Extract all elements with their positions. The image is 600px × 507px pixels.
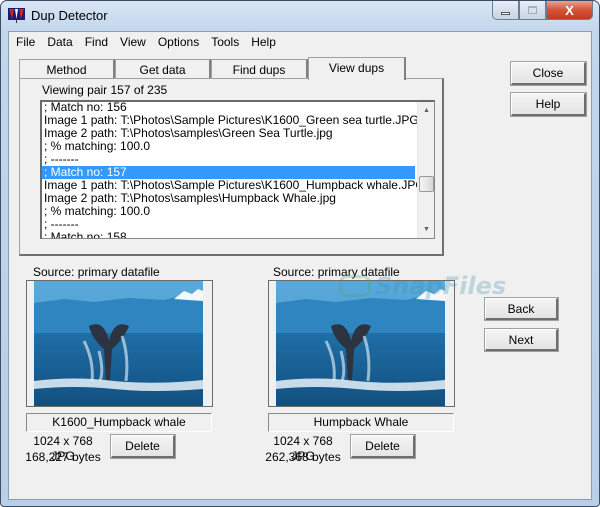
close-window-button[interactable]: X [546,1,593,20]
close-icon: X [565,2,574,18]
menu-file[interactable]: File [10,32,41,52]
maximize-button[interactable] [519,1,546,20]
menu-find[interactable]: Find [79,32,114,52]
window-title: Dup Detector [31,8,108,23]
help-button[interactable]: Help [510,92,587,117]
client-area: File Data Find View Options Tools Help M… [8,31,592,500]
list-scrollbar[interactable]: ▲ ▼ [417,102,434,238]
left-delete-button[interactable]: Delete [110,434,176,459]
tab-view-dups[interactable]: View dups [308,57,406,80]
menu-bar: File Data Find View Options Tools Help [9,32,591,52]
right-image-name: Humpback Whale [268,413,454,432]
tab-method[interactable]: Method [19,59,115,79]
viewing-pair-label: Viewing pair 157 of 235 [42,83,168,97]
menu-view[interactable]: View [114,32,152,52]
menu-data[interactable]: Data [41,32,78,52]
minimize-button[interactable] [492,1,519,20]
menu-help[interactable]: Help [245,32,282,52]
right-source-label: Source: primary datafile [273,265,400,279]
match-list[interactable]: ; Match no: 156 Image 1 path: T:\Photos\S… [40,100,435,239]
right-image-frame [268,280,455,407]
left-image-frame [26,280,213,407]
list-line[interactable]: ; % matching: 100.0 [42,205,415,218]
tab-get-data[interactable]: Get data [115,59,211,79]
scroll-thumb[interactable] [419,176,434,192]
maximize-icon [528,6,537,14]
title-bar[interactable]: Dup Detector X [1,1,599,31]
left-image-name: K1600_Humpback whale [26,413,212,432]
menu-tools[interactable]: Tools [205,32,245,52]
whale-tail-image-icon [34,281,203,406]
app-icon [8,8,25,23]
right-image-size: 262,368 bytes [265,450,341,464]
match-list-lines: ; Match no: 156 Image 1 path: T:\Photos\S… [42,102,425,239]
right-delete-button[interactable]: Delete [350,434,416,459]
minimize-icon [501,11,510,15]
whale-tail-image-icon [276,281,445,406]
next-button[interactable]: Next [484,328,559,352]
left-whale-image[interactable] [34,281,203,406]
view-dups-panel: Viewing pair 157 of 235 ; Match no: 156 I… [19,78,444,256]
close-button[interactable]: Close [510,61,587,86]
tab-find-dups[interactable]: Find dups [211,59,308,79]
menu-options[interactable]: Options [152,32,205,52]
list-line[interactable]: ; % matching: 100.0 [42,140,415,153]
back-button[interactable]: Back [484,297,559,321]
scroll-up-icon[interactable]: ▲ [418,102,434,119]
list-line[interactable]: ; Match no: 158 [42,231,415,239]
app-window: Dup Detector X File Data Find View Optio… [0,0,600,507]
scroll-down-icon[interactable]: ▼ [418,221,434,238]
right-whale-image[interactable] [276,281,445,406]
left-source-label: Source: primary datafile [33,265,160,279]
left-image-size: 168,227 bytes [25,450,101,464]
